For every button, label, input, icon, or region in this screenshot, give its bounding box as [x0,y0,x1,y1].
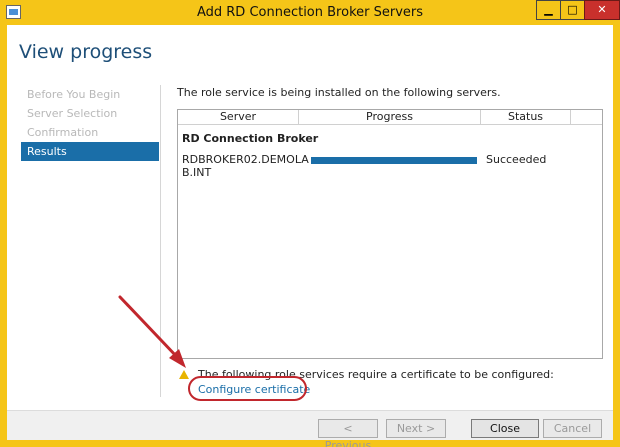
results-content: The role service is being installed on t… [177,85,603,401]
progress-fill [311,157,477,164]
window-title: Add RD Connection Broker Servers [196,5,424,20]
nav-item-before-you-begin[interactable]: Before You Begin [21,85,159,104]
warning-icon [179,370,189,379]
row-server-name: RDBROKER02.DEMOLAB.INT [182,153,309,179]
row-status: Succeeded [486,153,547,166]
nav-item-results[interactable]: Results [21,142,159,161]
minimize-button[interactable]: ▁ [536,0,561,20]
page-title: View progress [19,41,153,63]
close-window-button[interactable]: ✕ [584,0,620,20]
nav-item-confirmation[interactable]: Confirmation [21,123,159,142]
title-bar[interactable]: Add RD Connection Broker Servers ▁ □ ✕ [0,0,620,25]
wizard-nav: Before You Begin Server Selection Confir… [21,85,159,161]
intro-text: The role service is being installed on t… [177,86,501,99]
certificate-notice: The following role services require a ce… [177,353,603,401]
results-list: Server Progress Status RD Connection Bro… [177,109,603,359]
progress-bar [311,157,477,164]
annotation-highlight-oval [188,376,307,401]
column-header-progress[interactable]: Progress [299,110,481,125]
maximize-button[interactable]: □ [560,0,585,20]
dialog-window: Add RD Connection Broker Servers ▁ □ ✕ V… [0,0,620,447]
next-button[interactable]: Next > [386,419,446,438]
group-title: RD Connection Broker [182,132,319,145]
column-headers: Server Progress Status [178,110,602,125]
wizard-footer: < Previous Next > Close Cancel [7,410,613,447]
wizard-body: Before You Begin Server Selection Confir… [7,77,613,402]
cancel-button[interactable]: Cancel [543,419,602,438]
previous-button[interactable]: < Previous [318,419,378,447]
close-button[interactable]: Close [471,419,539,438]
page-header: View progress [7,25,613,77]
dialog-client-area: View progress Before You Begin Server Se… [7,25,613,447]
column-header-status[interactable]: Status [481,110,571,125]
nav-item-server-selection[interactable]: Server Selection [21,104,159,123]
column-header-server[interactable]: Server [178,110,299,125]
nav-divider [160,85,161,397]
